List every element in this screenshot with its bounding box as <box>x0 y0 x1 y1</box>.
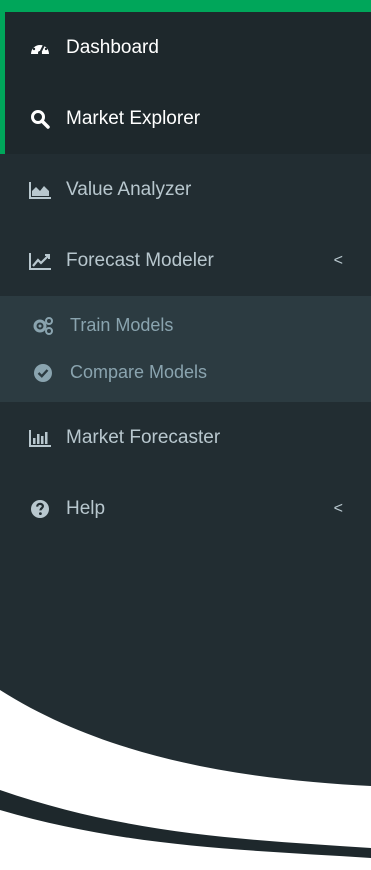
sidebar-item-label: Forecast Modeler <box>66 249 214 271</box>
submenu-item-train-models[interactable]: Train Models <box>0 302 371 349</box>
gears-icon <box>32 315 54 337</box>
chevron-left-icon[interactable]: < <box>334 500 343 518</box>
sidebar-item-market-explorer[interactable]: Market Explorer <box>0 83 371 154</box>
forecast-modeler-submenu: Train Models Compare Models <box>0 296 371 402</box>
submenu-item-compare-models[interactable]: Compare Models <box>0 349 371 396</box>
sidebar-item-label: Dashboard <box>66 36 159 58</box>
check-circle-icon <box>32 362 54 384</box>
sidebar-item-label: Market Explorer <box>66 107 201 129</box>
decorative-swoosh <box>0 690 371 870</box>
top-accent-bar <box>0 0 371 12</box>
sidebar-item-label: Value Analyzer <box>66 178 192 200</box>
question-circle-icon <box>28 497 52 521</box>
sidebar-item-value-analyzer[interactable]: Value Analyzer <box>0 154 371 225</box>
sidebar-item-help[interactable]: Help < <box>0 473 371 544</box>
area-chart-icon <box>28 178 52 202</box>
bar-chart-icon <box>28 426 52 450</box>
line-chart-icon <box>28 249 52 273</box>
sidebar-item-forecast-modeler[interactable]: Forecast Modeler < <box>0 225 371 296</box>
sidebar-item-label: Market Forecaster <box>66 426 221 448</box>
submenu-item-label: Train Models <box>70 315 174 335</box>
sidebar-item-market-forecaster[interactable]: Market Forecaster <box>0 402 371 473</box>
sidebar-item-label: Help <box>66 497 106 519</box>
search-icon <box>28 107 52 131</box>
chevron-left-icon[interactable]: < <box>334 252 343 270</box>
submenu-item-label: Compare Models <box>70 362 208 382</box>
sidebar-item-dashboard[interactable]: Dashboard <box>0 12 371 83</box>
dashboard-gauge-icon <box>28 36 52 60</box>
